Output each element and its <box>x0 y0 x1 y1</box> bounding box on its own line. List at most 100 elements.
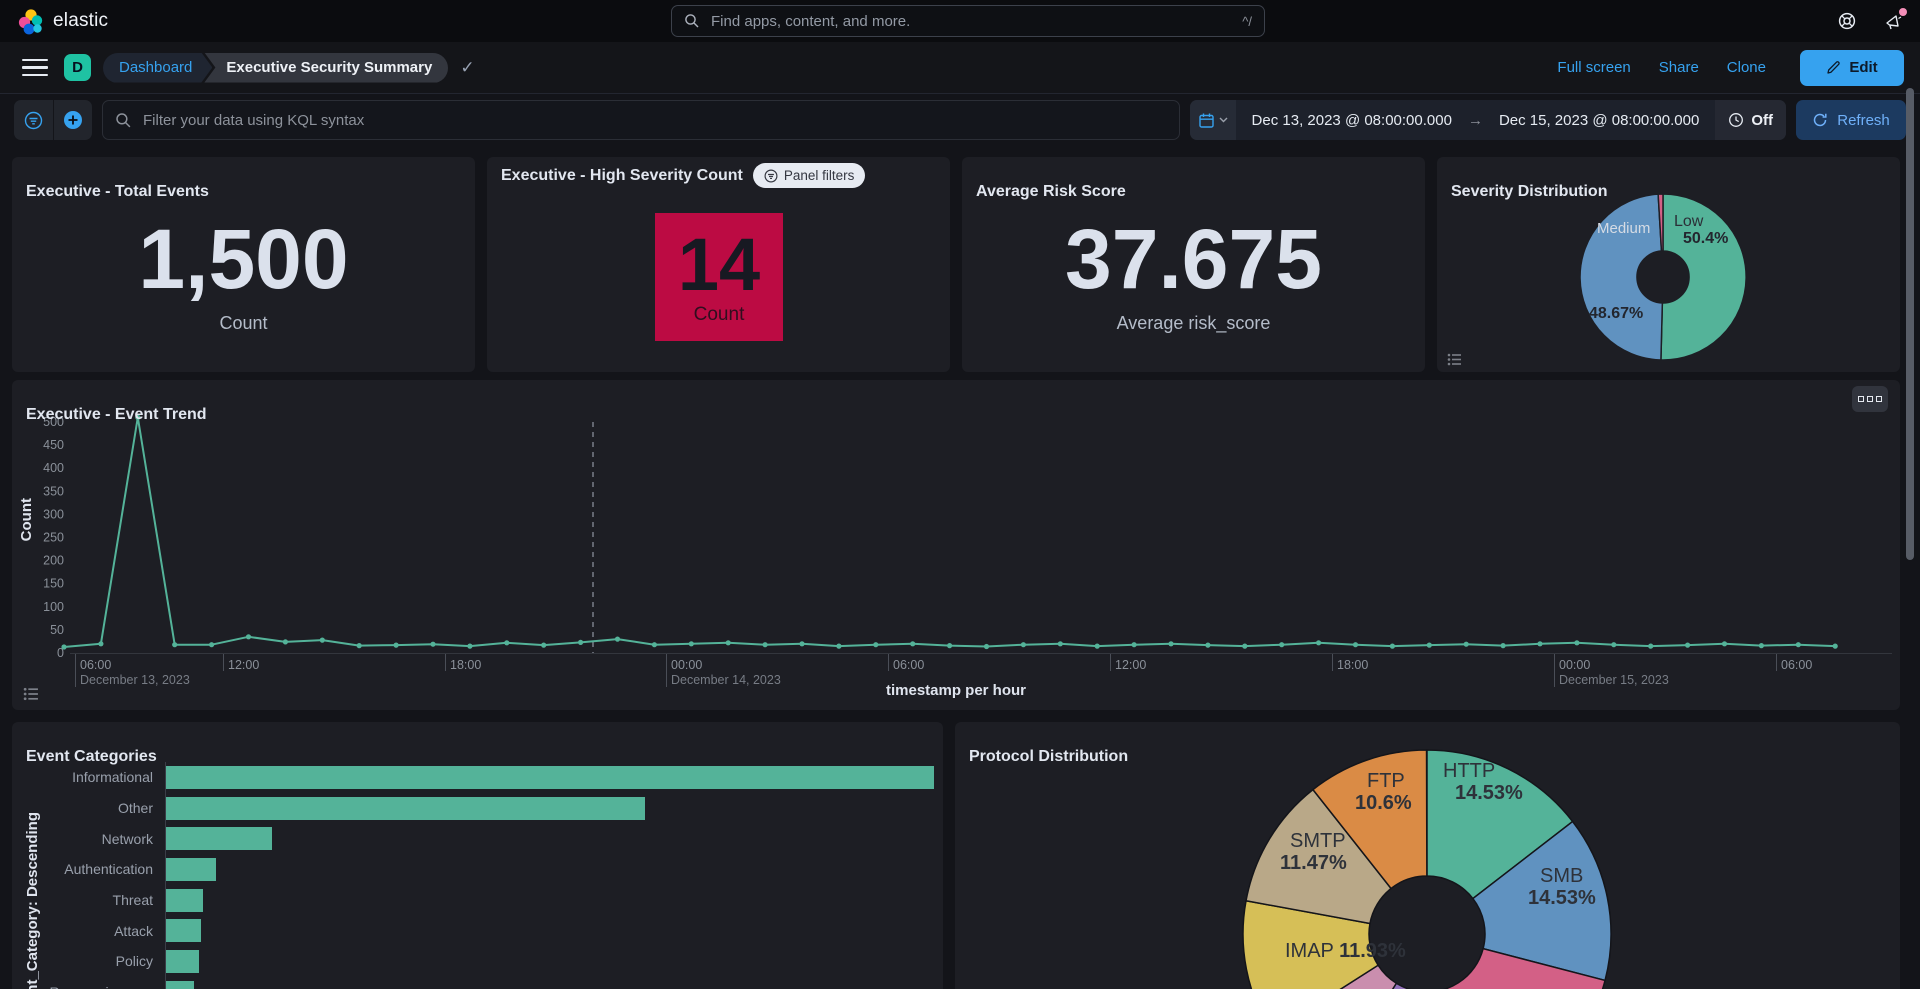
trend-data-point[interactable] <box>1168 641 1173 646</box>
trend-data-point[interactable] <box>1648 644 1653 649</box>
category-row: Policy <box>12 946 933 977</box>
trend-data-point[interactable] <box>947 643 952 648</box>
kql-query-bar[interactable] <box>102 100 1180 140</box>
trend-data-point[interactable] <box>98 641 103 646</box>
protocol-slice-pct: 10.6% <box>1355 792 1412 815</box>
trend-data-point[interactable] <box>246 634 251 639</box>
y-tick-label: 300 <box>43 507 64 521</box>
help-button[interactable] <box>1836 10 1858 32</box>
category-bar-authentication[interactable] <box>166 858 216 881</box>
breadcrumb-dashboard[interactable]: Dashboard <box>103 53 212 83</box>
full-screen-link[interactable]: Full screen <box>1557 59 1630 76</box>
y-axis-label: Event_Category: Descending <box>24 812 41 989</box>
trend-data-point[interactable] <box>1537 641 1542 646</box>
trend-data-point[interactable] <box>1390 644 1395 649</box>
y-tick-label: 100 <box>43 600 64 614</box>
share-link[interactable]: Share <box>1659 59 1699 76</box>
category-bar-other[interactable] <box>166 797 645 820</box>
trend-data-point[interactable] <box>1685 643 1690 648</box>
category-bar-threat[interactable] <box>166 889 203 912</box>
category-bar-network[interactable] <box>166 827 272 850</box>
panel-filters-badge[interactable]: Panel filters <box>753 163 866 188</box>
trend-data-point[interactable] <box>1464 642 1469 647</box>
menu-button[interactable] <box>22 59 48 77</box>
breadcrumb-current-page[interactable]: Executive Security Summary <box>204 53 448 83</box>
global-search-input[interactable] <box>709 12 1233 31</box>
date-from[interactable]: Dec 13, 2023 @ 08:00:00.000 <box>1236 112 1468 129</box>
severity-slice-Medium[interactable] <box>1580 194 1662 360</box>
trend-data-point[interactable] <box>1132 642 1137 647</box>
category-bar-informational[interactable] <box>166 766 934 789</box>
y-tick-label: 50 <box>50 623 64 637</box>
trend-data-point[interactable] <box>873 642 878 647</box>
trend-data-point[interactable] <box>1833 644 1838 649</box>
category-bar-attack[interactable] <box>166 919 201 942</box>
severity-slice-pct: 50.4% <box>1683 230 1728 248</box>
page-scrollbar[interactable] <box>1906 88 1914 560</box>
trend-data-point[interactable] <box>504 640 509 645</box>
elastic-brand[interactable]: elastic <box>16 7 108 35</box>
trend-data-point[interactable] <box>1722 641 1727 646</box>
trend-data-point[interactable] <box>1316 640 1321 645</box>
brand-name: elastic <box>53 10 108 32</box>
refresh-button[interactable]: Refresh <box>1796 100 1906 140</box>
trend-data-point[interactable] <box>283 639 288 644</box>
legend-toggle-button[interactable] <box>23 686 39 707</box>
trend-data-point[interactable] <box>1574 640 1579 645</box>
category-bar-reconnaissance[interactable] <box>166 981 194 989</box>
trend-data-point[interactable] <box>1279 642 1284 647</box>
trend-data-point[interactable] <box>1095 644 1100 649</box>
trend-data-point[interactable] <box>430 642 435 647</box>
trend-data-point[interactable] <box>1242 644 1247 649</box>
space-avatar[interactable]: D <box>64 54 91 81</box>
trend-data-point[interactable] <box>1058 641 1063 646</box>
trend-data-point[interactable] <box>726 640 731 645</box>
trend-data-point[interactable] <box>799 641 804 646</box>
category-bar-zone <box>165 977 933 989</box>
legend-toggle-button[interactable] <box>1447 352 1462 372</box>
kql-query-input[interactable] <box>141 111 1167 130</box>
trend-data-point[interactable] <box>172 642 177 647</box>
trend-data-point[interactable] <box>320 638 325 643</box>
clone-link[interactable]: Clone <box>1727 59 1766 76</box>
panel-options-button[interactable] <box>1852 386 1888 412</box>
trend-line-series[interactable] <box>64 417 1835 647</box>
date-picker-menu-button[interactable] <box>1190 100 1236 140</box>
trend-data-point[interactable] <box>763 642 768 647</box>
trend-data-point[interactable] <box>578 640 583 645</box>
x-tick-label: 12:00 <box>228 658 259 672</box>
trend-data-point[interactable] <box>689 641 694 646</box>
trend-data-point[interactable] <box>1205 643 1210 648</box>
date-range-arrow: → <box>1468 112 1483 129</box>
event-categories-bar-chart[interactable]: InformationalOtherNetworkAuthenticationT… <box>12 762 933 989</box>
trend-data-point[interactable] <box>357 643 362 648</box>
trend-data-point[interactable] <box>836 644 841 649</box>
trend-data-point[interactable] <box>1796 642 1801 647</box>
trend-data-point[interactable] <box>1021 642 1026 647</box>
news-feed-button[interactable] <box>1882 10 1904 32</box>
edit-button[interactable]: Edit <box>1800 50 1904 86</box>
trend-data-point[interactable] <box>1759 643 1764 648</box>
trend-data-point[interactable] <box>209 642 214 647</box>
trend-data-point[interactable] <box>1611 642 1616 647</box>
date-to[interactable]: Dec 15, 2023 @ 08:00:00.000 <box>1483 112 1715 129</box>
dashboard-header-row: D Dashboard Executive Security Summary ✓… <box>0 42 1920 94</box>
trend-data-point[interactable] <box>1501 643 1506 648</box>
trend-data-point[interactable] <box>61 644 66 649</box>
trend-data-point[interactable] <box>615 637 620 642</box>
trend-data-point[interactable] <box>541 643 546 648</box>
trend-data-point[interactable] <box>1353 642 1358 647</box>
trend-data-point[interactable] <box>652 642 657 647</box>
event-trend-line-chart[interactable]: 05010015020025030035040045050006:00Decem… <box>12 410 1900 690</box>
trend-data-point[interactable] <box>1427 643 1432 648</box>
trend-data-point[interactable] <box>984 644 989 649</box>
trend-data-point[interactable] <box>910 641 915 646</box>
trend-data-point[interactable] <box>467 644 472 649</box>
chevron-down-icon <box>1219 117 1228 123</box>
add-filter-button[interactable] <box>53 100 93 140</box>
trend-data-point[interactable] <box>394 643 399 648</box>
saved-query-menu-button[interactable] <box>14 100 53 140</box>
auto-refresh-toggle[interactable]: Off <box>1715 100 1786 140</box>
category-bar-policy[interactable] <box>166 950 199 973</box>
global-search[interactable]: ^/ <box>671 5 1265 37</box>
